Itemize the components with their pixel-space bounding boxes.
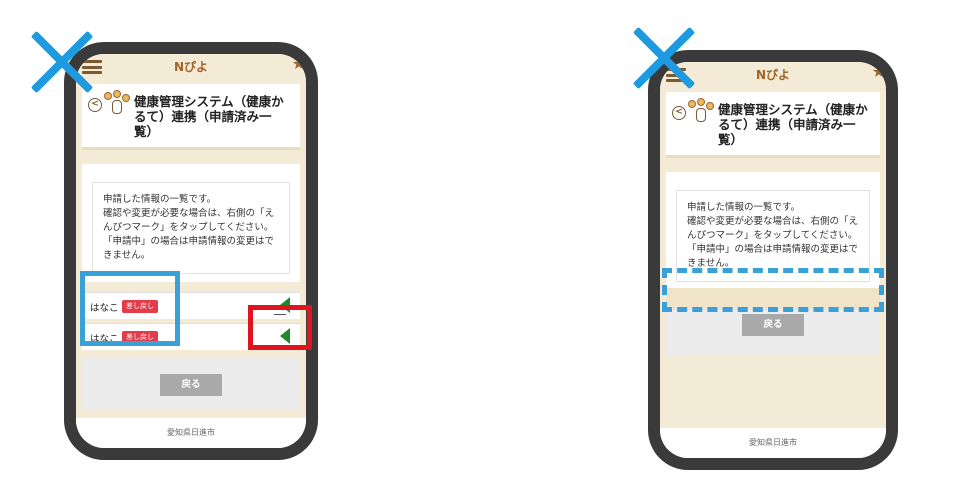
page-title: 健康管理システム（健康かるて）連携（申請済み一覧） — [718, 102, 868, 147]
footer: 愛知県日進市 — [660, 428, 886, 458]
mascot-icon — [688, 98, 714, 124]
phone-right: Nぴよ ★ < 健康管理システム（健康かるて）連携（申請済み一覧） 申請した情報… — [648, 50, 898, 470]
mascot-icon — [104, 90, 130, 116]
info-line: 「申請中」の場合は申請情報の変更はで — [687, 244, 859, 255]
page-header: < 健康管理システム（健康かるて）連携（申請済み一覧） — [82, 84, 300, 150]
back-arrow-icon[interactable]: < — [672, 106, 686, 120]
footer-label: 愛知県日進市 — [167, 428, 215, 437]
content-card: 申請した情報の一覧です。 確認や変更が必要な場合は、右側の「え んぴつマーク」を… — [82, 164, 300, 282]
back-button[interactable]: 戻る — [160, 374, 222, 396]
cross-mark-icon — [28, 28, 96, 96]
highlight-names-box — [80, 271, 180, 346]
footer-label: 愛知県日進市 — [749, 438, 797, 447]
cross-mark-icon — [630, 24, 698, 92]
info-line: きません。 — [103, 250, 151, 261]
info-line: 確認や変更が必要な場合は、右側の「え — [687, 216, 859, 227]
star-icon[interactable]: ★ — [292, 56, 306, 72]
screen-left: Nぴよ ★ < 健康管理システム（健康かるて）連携（申請済み一覧） 申請した情報… — [76, 54, 306, 448]
info-line: 「申請中」の場合は申請情報の変更はで — [103, 236, 275, 247]
info-line: んぴつマーク」をタップしてください。 — [103, 222, 274, 233]
info-box: 申請した情報の一覧です。 確認や変更が必要な場合は、右側の「え んぴつマーク」を… — [92, 182, 290, 274]
footer: 愛知県日進市 — [76, 418, 306, 448]
page-header: < 健康管理システム（健康かるて）連携（申請済み一覧） — [666, 92, 880, 158]
app-title: Nぴよ — [173, 60, 209, 74]
info-line: 確認や変更が必要な場合は、右側の「え — [103, 208, 275, 219]
page-title: 健康管理システム（健康かるて）連携（申請済み一覧） — [134, 94, 284, 139]
button-area: 戻る — [82, 358, 300, 410]
screen-right: Nぴよ ★ < 健康管理システム（健康かるて）連携（申請済み一覧） 申請した情報… — [660, 62, 886, 458]
info-line: 申請した情報の一覧です。 — [103, 194, 217, 205]
button-area: 戻る — [666, 310, 880, 356]
star-icon[interactable]: ★ — [872, 64, 886, 80]
info-line: んぴつマーク」をタップしてください。 — [687, 230, 858, 241]
back-arrow-icon[interactable]: < — [88, 98, 102, 112]
highlight-empty-list-box — [662, 268, 884, 312]
back-button[interactable]: 戻る — [742, 314, 804, 336]
comparison-canvas: Nぴよ ★ < 健康管理システム（健康かるて）連携（申請済み一覧） 申請した情報… — [0, 0, 978, 502]
highlight-pencil-box — [248, 305, 312, 350]
info-line: 申請した情報の一覧です。 — [687, 202, 801, 213]
phone-left: Nぴよ ★ < 健康管理システム（健康かるて）連携（申請済み一覧） 申請した情報… — [64, 42, 318, 460]
app-bar: Nぴよ ★ — [76, 54, 306, 80]
